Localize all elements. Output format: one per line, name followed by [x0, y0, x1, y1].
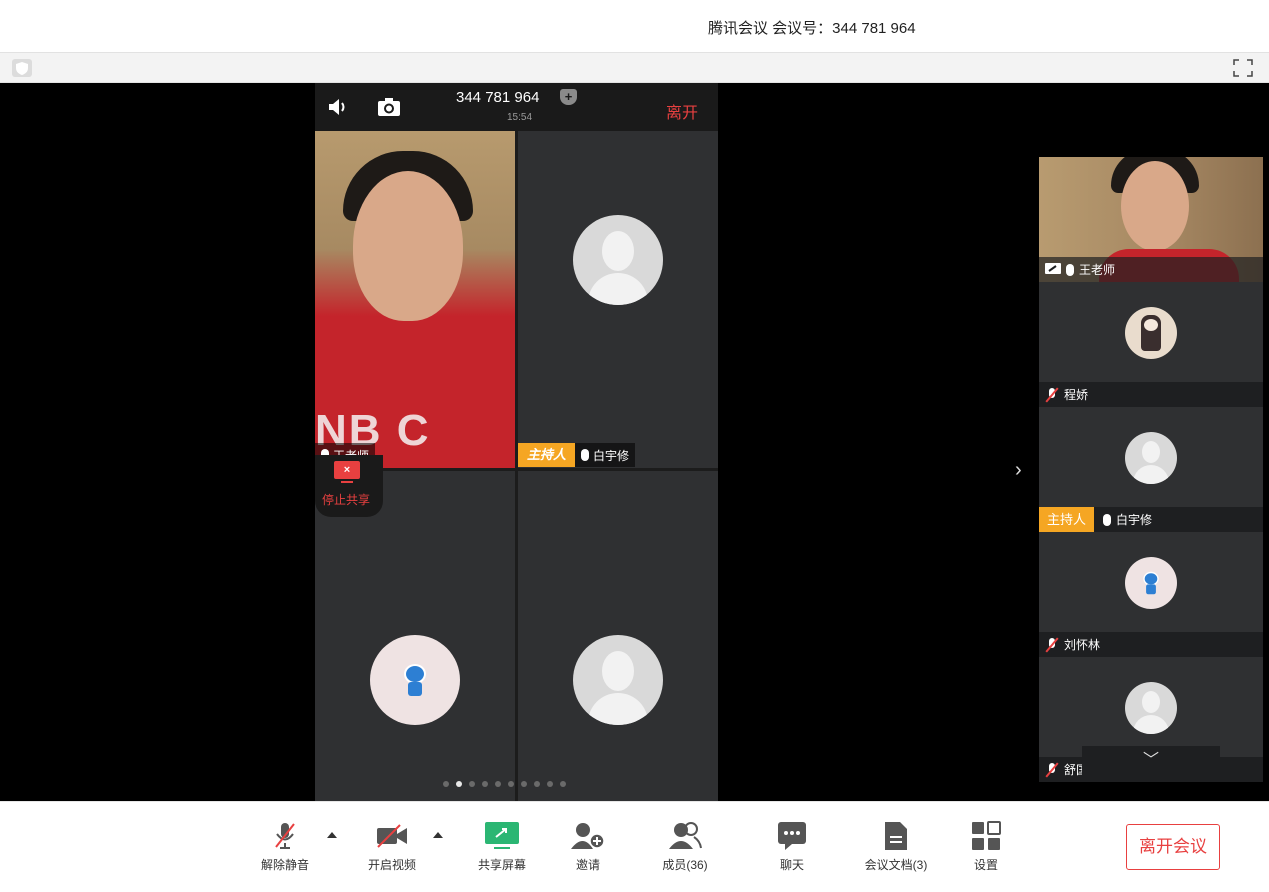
mic-muted-icon	[267, 820, 303, 852]
grid-settings-icon	[968, 820, 1004, 852]
profile-photo-avatar	[1125, 307, 1177, 359]
tile-label: 主持人 白宇修	[518, 442, 636, 468]
participant-name: 刘怀林	[1064, 638, 1101, 652]
host-badge: 主持人	[1039, 507, 1095, 532]
video-tile-3[interactable]	[315, 471, 515, 801]
default-avatar-icon	[573, 635, 663, 725]
mic-icon	[581, 449, 590, 461]
invite-button[interactable]: 邀请	[566, 820, 610, 873]
participant-cell-wang[interactable]: 王老师	[1039, 157, 1263, 282]
speaker-icon[interactable]	[328, 98, 350, 121]
robot-avatar-icon	[370, 635, 460, 725]
video-stage: 344 781 964 + 15:54 离开 NB C 王老师 主持人	[0, 83, 1269, 801]
document-icon	[878, 820, 914, 852]
chat-button[interactable]: 聊天	[770, 820, 814, 873]
participant-cell-cheng[interactable]: 程娇	[1039, 282, 1263, 407]
participant-panel: 王老师 程娇 主持人 白宇修 刘怀林	[1039, 157, 1263, 782]
members-button[interactable]: 成员(36)	[655, 820, 715, 873]
share-screen-icon	[484, 820, 520, 852]
participant-name: 白宇修	[1116, 513, 1153, 527]
mic-muted-icon	[1045, 387, 1059, 402]
participant-cell-bai[interactable]: 主持人 白宇修	[1039, 407, 1263, 532]
participant-name: 程娇	[1064, 388, 1089, 402]
unmute-button[interactable]: 解除静音	[255, 820, 315, 873]
page-indicator[interactable]	[443, 781, 566, 787]
screen-share-icon	[1045, 263, 1061, 274]
stop-share-button[interactable]: × 停止共享	[315, 455, 383, 517]
top-strip	[0, 52, 1269, 83]
mic-muted-icon	[1045, 762, 1059, 777]
participant-name: 王老师	[1079, 263, 1116, 277]
participant-label: 程娇	[1039, 382, 1263, 407]
participant-cell-liu[interactable]: 刘怀林	[1039, 532, 1263, 657]
window-title: 腾讯会议 会议号：344 781 964	[708, 20, 916, 37]
bottom-toolbar: 解除静音 开启视频 共享屏幕 邀请 成员(36) 聊天 会议文档(3) 设置 离…	[0, 801, 1269, 892]
phone-shield-icon[interactable]: +	[560, 89, 577, 105]
add-user-icon	[570, 820, 606, 852]
meeting-docs-button[interactable]: 会议文档(3)	[860, 820, 932, 873]
participant-label: 主持人 白宇修	[1039, 507, 1263, 532]
mic-icon	[1066, 263, 1074, 276]
title-bar: 腾讯会议 会议号：344 781 964	[0, 0, 1269, 52]
tile-participant-name: 白宇修	[593, 448, 630, 463]
participant-label: 刘怀林	[1039, 632, 1263, 657]
phone-meeting-time: 15:54	[507, 112, 533, 123]
video-options-caret[interactable]	[433, 832, 443, 838]
default-avatar-icon	[573, 215, 663, 305]
phone-leave-button[interactable]: 离开	[666, 99, 698, 123]
shared-phone-screen: 344 781 964 + 15:54 离开 NB C 王老师 主持人	[315, 83, 718, 801]
chevron-down-icon[interactable]: ﹀	[1082, 746, 1220, 782]
security-shield-icon[interactable]	[12, 59, 32, 77]
mic-icon	[1103, 513, 1112, 526]
default-avatar-icon	[1125, 682, 1177, 734]
camera-off-icon	[374, 820, 410, 852]
robot-avatar-icon	[1125, 557, 1177, 609]
chevron-right-icon[interactable]: ›	[1015, 459, 1022, 482]
phone-meeting-number: 344 781 964	[456, 89, 540, 106]
default-avatar-icon	[1125, 432, 1177, 484]
members-icon	[667, 820, 703, 852]
settings-button[interactable]: 设置	[964, 820, 1008, 873]
stop-share-icon: ×	[334, 461, 360, 479]
start-video-button[interactable]: 开启视频	[362, 820, 422, 873]
video-tile-wang[interactable]: NB C 王老师	[315, 131, 515, 468]
stop-share-label: 停止共享	[322, 493, 371, 507]
video-tile-4[interactable]	[518, 471, 718, 801]
mic-muted-icon	[1045, 637, 1059, 652]
camera-switch-icon[interactable]	[377, 97, 401, 122]
leave-meeting-button[interactable]: 离开会议	[1126, 824, 1220, 870]
fullscreen-icon[interactable]	[1233, 59, 1253, 77]
phone-top-bar: 344 781 964 + 15:54 离开	[315, 83, 718, 131]
video-tile-bai[interactable]: 主持人 白宇修	[518, 131, 718, 468]
chat-icon	[774, 820, 810, 852]
participant-label: 王老师	[1039, 257, 1263, 282]
audio-options-caret[interactable]	[327, 832, 337, 838]
host-badge: 主持人	[518, 443, 576, 467]
share-screen-button[interactable]: 共享屏幕	[472, 820, 532, 873]
